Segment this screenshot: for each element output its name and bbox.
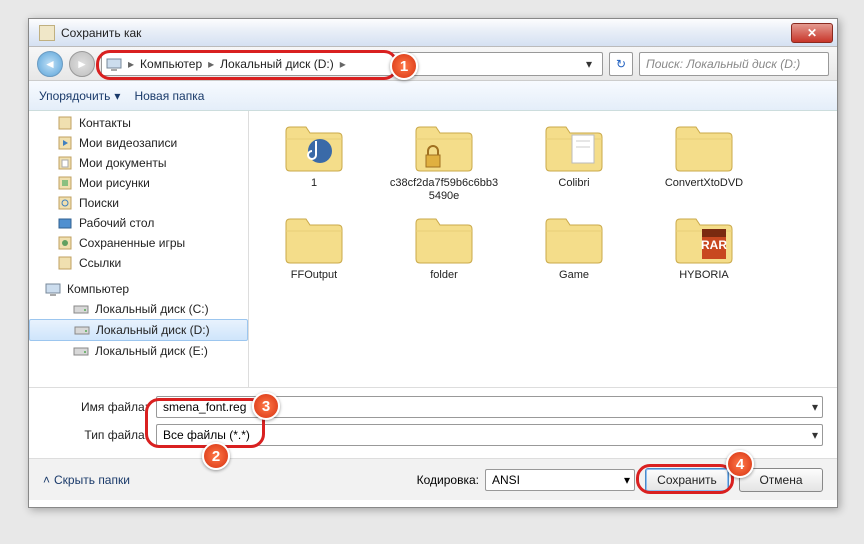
search-input[interactable]: Поиск: Локальный диск (D:) [639, 52, 829, 76]
folder-icon [57, 115, 73, 131]
sidebar: КонтактыМои видеозаписиМои документыМои … [29, 111, 249, 387]
save-button[interactable]: Сохранить [645, 468, 729, 492]
folder-icon [282, 213, 346, 265]
titlebar[interactable]: Сохранить как ✕ [29, 19, 837, 47]
close-icon: ✕ [807, 26, 817, 40]
crumb-computer[interactable]: Компьютер [136, 57, 206, 71]
encoding-label: Кодировка: [417, 473, 479, 487]
chevron-down-icon[interactable]: ▾ [812, 400, 818, 414]
new-folder-button[interactable]: Новая папка [134, 89, 204, 103]
chevron-up-icon: ˄ [43, 473, 50, 487]
file-item[interactable]: FFOutput [259, 213, 369, 282]
file-label: Colibri [558, 177, 589, 190]
hide-folders-link[interactable]: ˄Скрыть папки [43, 473, 130, 487]
file-item[interactable]: RAR HYBORIA [649, 213, 759, 282]
filetype-value: Все файлы (*.*) [163, 428, 250, 442]
folder-icon [282, 121, 346, 173]
folder-icon [542, 213, 606, 265]
computer-icon [106, 56, 122, 72]
chevron-down-icon[interactable]: ▾ [624, 473, 630, 487]
folder-icon [412, 213, 476, 265]
sidebar-item[interactable]: Рабочий стол [29, 213, 248, 233]
refresh-button[interactable]: ↻ [609, 52, 633, 76]
sidebar-computer[interactable]: Компьютер [29, 279, 248, 299]
refresh-icon: ↻ [616, 57, 626, 71]
sidebar-item[interactable]: Контакты [29, 113, 248, 133]
arrow-left-icon: ◄ [44, 57, 56, 71]
annotation-badge-4: 4 [726, 450, 754, 478]
encoding-select[interactable]: ANSI▾ [485, 469, 635, 491]
navbar: ◄ ► ▸ Компьютер ▸ Локальный диск (D:) ▸ … [29, 47, 837, 81]
file-area[interactable]: 1 c38cf2da7f59b6c6bb35490e Colibri ConvertX… [249, 111, 837, 387]
annotation-badge-1: 1 [390, 52, 418, 80]
chevron-right-icon: ▸ [338, 57, 348, 71]
sidebar-drive[interactable]: Локальный диск (E:) [29, 341, 248, 361]
folder-icon [672, 121, 736, 173]
forward-button[interactable]: ► [69, 51, 95, 77]
toolbar: Упорядочить▾ Новая папка [29, 81, 837, 111]
folder-icon [57, 215, 73, 231]
filename-label: Имя файла: [43, 400, 148, 414]
svg-text:RAR: RAR [701, 238, 727, 252]
file-label: Game [559, 269, 589, 282]
drive-icon [73, 343, 89, 359]
annotation-badge-2: 2 [202, 442, 230, 470]
drive-icon [74, 322, 90, 338]
organize-menu[interactable]: Упорядочить▾ [39, 89, 120, 103]
computer-icon [45, 281, 61, 297]
filename-value: smena_font.reg [163, 400, 246, 414]
filetype-select[interactable]: Все файлы (*.*) ▾ [156, 424, 823, 446]
crumb-drive[interactable]: Локальный диск (D:) [216, 57, 338, 71]
sidebar-item[interactable]: Мои документы [29, 153, 248, 173]
folder-icon [57, 175, 73, 191]
file-item[interactable]: c38cf2da7f59b6c6bb35490e [389, 121, 499, 203]
search-placeholder: Поиск: Локальный диск (D:) [646, 57, 800, 71]
file-label: HYBORIA [679, 269, 729, 282]
sidebar-item[interactable]: Мои рисунки [29, 173, 248, 193]
filetype-label: Тип файла: [43, 428, 148, 442]
drive-icon [73, 301, 89, 317]
chevron-down-icon: ▾ [114, 89, 120, 103]
file-label: folder [430, 269, 458, 282]
annotation-badge-3: 3 [252, 392, 280, 420]
sidebar-item[interactable]: Ссылки [29, 253, 248, 273]
folder-icon: RAR [672, 213, 736, 265]
folder-icon [57, 195, 73, 211]
file-label: c38cf2da7f59b6c6bb35490e [389, 177, 499, 203]
folder-icon [57, 235, 73, 251]
sidebar-item[interactable]: Поиски [29, 193, 248, 213]
chevron-down-icon[interactable]: ▾ [812, 428, 818, 442]
sidebar-item[interactable]: Сохраненные игры [29, 233, 248, 253]
file-label: ConvertXtoDVD [665, 177, 743, 190]
folder-icon [412, 121, 476, 173]
chevron-down-icon[interactable]: ▾ [580, 57, 598, 71]
bottom-panel: Имя файла: smena_font.reg ▾ Тип файла: В… [29, 387, 837, 458]
save-as-dialog: Сохранить как ✕ ◄ ► ▸ Компьютер ▸ Локаль… [28, 18, 838, 508]
window-title: Сохранить как [61, 26, 791, 40]
file-item[interactable]: ConvertXtoDVD [649, 121, 759, 203]
breadcrumb[interactable]: ▸ Компьютер ▸ Локальный диск (D:) ▸ ▾ [101, 52, 603, 76]
chevron-right-icon: ▸ [206, 57, 216, 71]
arrow-right-icon: ► [76, 57, 88, 71]
folder-icon [542, 121, 606, 173]
folder-icon [57, 255, 73, 271]
app-icon [39, 25, 55, 41]
chevron-right-icon: ▸ [126, 57, 136, 71]
sidebar-drive[interactable]: Локальный диск (C:) [29, 299, 248, 319]
file-item[interactable]: Colibri [519, 121, 629, 203]
footer: ˄Скрыть папки Кодировка: ANSI▾ Сохранить… [29, 458, 837, 500]
sidebar-item[interactable]: Мои видеозаписи [29, 133, 248, 153]
file-label: FFOutput [291, 269, 337, 282]
close-button[interactable]: ✕ [791, 23, 833, 43]
folder-icon [57, 135, 73, 151]
main-area: КонтактыМои видеозаписиМои документыМои … [29, 111, 837, 387]
file-item[interactable]: Game [519, 213, 629, 282]
file-item[interactable]: 1 [259, 121, 369, 203]
file-label: 1 [311, 177, 317, 190]
file-item[interactable]: folder [389, 213, 499, 282]
back-button[interactable]: ◄ [37, 51, 63, 77]
sidebar-drive[interactable]: Локальный диск (D:) [29, 319, 248, 341]
folder-icon [57, 155, 73, 171]
